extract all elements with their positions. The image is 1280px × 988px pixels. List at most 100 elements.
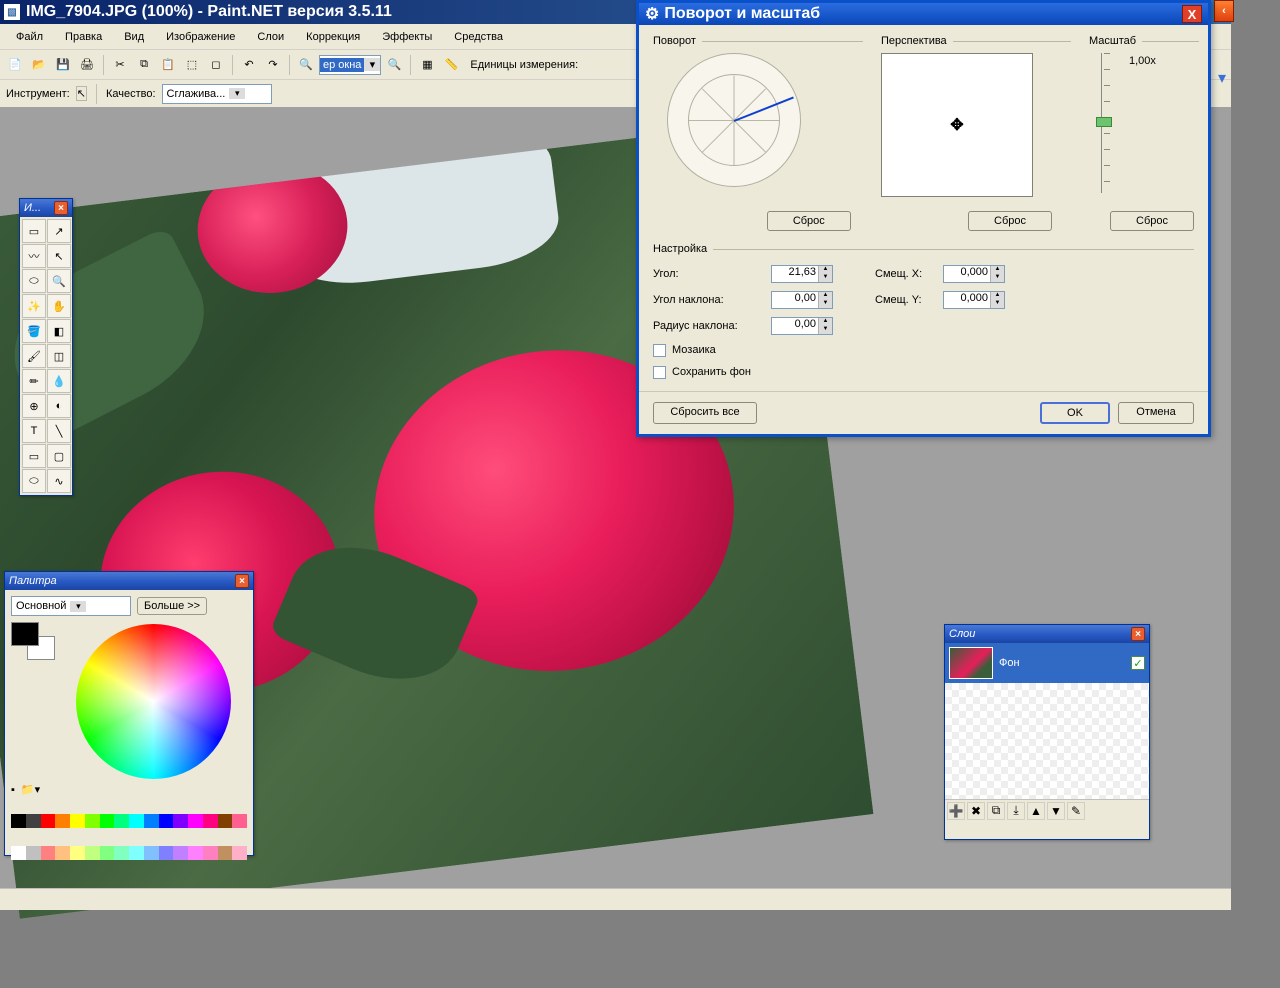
print-icon[interactable]: 🖨 — [76, 54, 98, 76]
wand-icon[interactable]: ✨ — [22, 294, 46, 318]
grid-icon[interactable]: ▦ — [416, 54, 438, 76]
layer-row[interactable]: Фон ✓ — [945, 643, 1149, 683]
new-icon[interactable]: 📄 — [4, 54, 26, 76]
clone-icon[interactable]: ⊕ — [22, 394, 46, 418]
current-tool-icon[interactable]: ↖ — [76, 86, 87, 101]
colors-panel-title[interactable]: Палитра × — [5, 572, 253, 590]
open-icon[interactable]: 📂 — [28, 54, 50, 76]
line-icon[interactable]: ╲ — [47, 419, 71, 443]
ok-button[interactable]: OK — [1040, 402, 1110, 424]
ellipse-icon[interactable]: ⬭ — [22, 469, 46, 493]
radius-input[interactable]: 0,00▲▼ — [771, 317, 833, 335]
slider-thumb[interactable] — [1096, 117, 1112, 127]
close-icon[interactable]: X — [1182, 5, 1202, 23]
palette-strip[interactable] — [11, 814, 247, 828]
redo-icon[interactable]: ↷ — [262, 54, 284, 76]
reset-rotate-button[interactable]: Сброс — [767, 211, 851, 231]
ruler-icon[interactable]: 📏 — [440, 54, 462, 76]
chevron-down-icon[interactable]: ▾ — [229, 88, 245, 99]
offy-input[interactable]: 0,000▲▼ — [943, 291, 1005, 309]
recolor-icon[interactable]: ◐ — [47, 394, 71, 418]
move-icon[interactable]: ↖ — [47, 244, 71, 268]
delete-layer-icon[interactable]: ✖ — [967, 802, 985, 820]
zoom-combo[interactable]: ер окна ▾ — [319, 55, 381, 75]
add-color-icon[interactable]: ▪ — [11, 784, 15, 796]
menu-image[interactable]: Изображение — [156, 28, 245, 46]
menu-layers[interactable]: Слои — [247, 28, 294, 46]
menu-adjust[interactable]: Коррекция — [296, 28, 370, 46]
save-icon[interactable]: 💾 — [52, 54, 74, 76]
rotation-wheel[interactable] — [667, 53, 801, 187]
tool-label: Инструмент: — [6, 88, 70, 100]
move-up-icon[interactable]: ▲ — [1027, 802, 1045, 820]
gradient-icon[interactable]: ◧ — [47, 319, 71, 343]
quality-combo[interactable]: Сглажива... ▾ — [162, 84, 272, 104]
aux-close-icon[interactable]: ‹ — [1214, 0, 1234, 22]
keepbg-checkbox[interactable] — [653, 366, 666, 379]
dialog-titlebar[interactable]: ⚙ Поворот и масштаб X — [639, 3, 1208, 25]
reset-all-button[interactable]: Сбросить все — [653, 402, 757, 424]
copy-icon[interactable]: ⧉ — [133, 54, 155, 76]
pencil-icon[interactable]: ✏ — [22, 369, 46, 393]
color-wheel[interactable] — [76, 624, 231, 779]
lasso-icon[interactable]: 〰 — [22, 244, 46, 268]
close-icon[interactable]: × — [1131, 627, 1145, 641]
menu-file[interactable]: Файл — [6, 28, 53, 46]
roundrect-icon[interactable]: ▢ — [47, 444, 71, 468]
mosaic-checkbox[interactable] — [653, 344, 666, 357]
scale-slider[interactable] — [1101, 53, 1109, 193]
palette-strip-2[interactable] — [11, 846, 247, 860]
angle-input[interactable]: 21,63▲▼ — [771, 265, 833, 283]
deselect-icon[interactable]: ◻ — [205, 54, 227, 76]
more-button[interactable]: Больше >> — [137, 597, 207, 615]
chevron-down-icon[interactable]: ▾ — [70, 601, 86, 612]
zoom-in-icon[interactable]: 🔍 — [383, 54, 405, 76]
duplicate-layer-icon[interactable]: ⧉ — [987, 802, 1005, 820]
menu-tools[interactable]: Средства — [444, 28, 513, 46]
picker-icon[interactable]: 💧 — [47, 369, 71, 393]
zoom-out-icon[interactable]: 🔍 — [295, 54, 317, 76]
menu-effects[interactable]: Эффекты — [372, 28, 442, 46]
move-down-icon[interactable]: ▼ — [1047, 802, 1065, 820]
zoom-icon[interactable]: 🔍 — [47, 269, 71, 293]
text-icon[interactable]: T — [22, 419, 46, 443]
tilt-input[interactable]: 0,00▲▼ — [771, 291, 833, 309]
section-persp-label: Перспектива — [881, 35, 947, 47]
reset-persp-button[interactable]: Сброс — [968, 211, 1052, 231]
chevron-down-icon[interactable]: ▾ — [364, 58, 380, 71]
tools-panel-title[interactable]: И... × — [20, 199, 72, 217]
ellipse-sel-icon[interactable]: ⬭ — [22, 269, 46, 293]
bucket-icon[interactable]: 🪣 — [22, 319, 46, 343]
collapse-icon[interactable]: ▾ — [1218, 68, 1234, 80]
brush-icon[interactable]: 🖌 — [22, 344, 46, 368]
menu-view[interactable]: Вид — [114, 28, 154, 46]
add-layer-icon[interactable]: ➕ — [947, 802, 965, 820]
cut-icon[interactable]: ✂ — [109, 54, 131, 76]
merge-down-icon[interactable]: ⤓ — [1007, 802, 1025, 820]
layer-visible-checkbox[interactable]: ✓ — [1131, 656, 1145, 670]
pan-icon[interactable]: ✋ — [47, 294, 71, 318]
freeform-icon[interactable]: ∿ — [47, 469, 71, 493]
cancel-button[interactable]: Отмена — [1118, 402, 1194, 424]
close-icon[interactable]: × — [235, 574, 249, 588]
reset-scale-button[interactable]: Сброс — [1110, 211, 1194, 231]
undo-icon[interactable]: ↶ — [238, 54, 260, 76]
palette-menu-icon[interactable]: 📁▾ — [21, 783, 40, 796]
paste-icon[interactable]: 📋 — [157, 54, 179, 76]
fg-bg-swatches[interactable] — [11, 622, 59, 662]
separator — [96, 84, 97, 104]
menu-edit[interactable]: Правка — [55, 28, 112, 46]
properties-icon[interactable]: ✎ — [1067, 802, 1085, 820]
mosaic-label: Мозаика — [672, 344, 716, 356]
perspective-pad[interactable]: ✥ — [881, 53, 1033, 197]
rect-select-icon[interactable]: ▭ — [22, 219, 46, 243]
eraser-icon[interactable]: ◫ — [47, 344, 71, 368]
rect-icon[interactable]: ▭ — [22, 444, 46, 468]
move-sel-icon[interactable]: ↗ — [47, 219, 71, 243]
fg-color-swatch[interactable] — [11, 622, 39, 646]
offx-input[interactable]: 0,000▲▼ — [943, 265, 1005, 283]
crop-icon[interactable]: ⬚ — [181, 54, 203, 76]
close-icon[interactable]: × — [54, 201, 68, 215]
color-mode-combo[interactable]: Основной ▾ — [11, 596, 131, 616]
layers-panel-title[interactable]: Слои × — [945, 625, 1149, 643]
